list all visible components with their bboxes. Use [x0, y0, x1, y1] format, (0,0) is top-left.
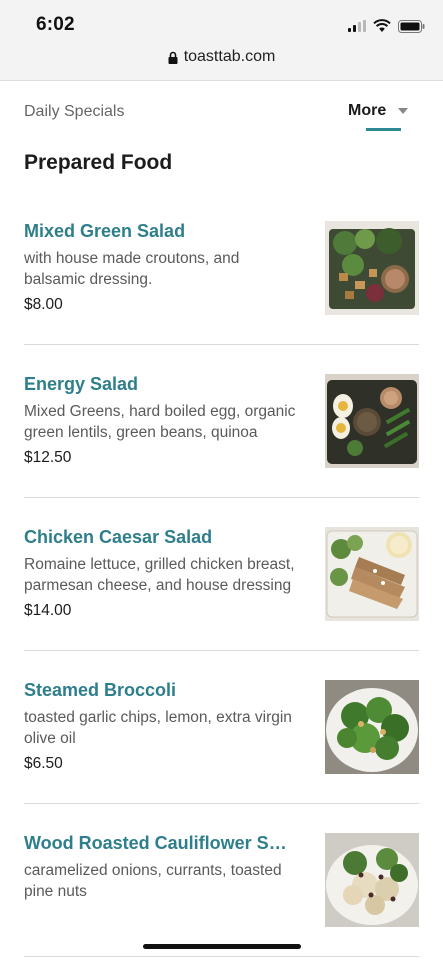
- category-tab-daily-specials[interactable]: Daily Specials: [24, 103, 124, 121]
- home-indicator[interactable]: [143, 944, 301, 949]
- menu-item-chicken-caesar-salad[interactable]: Chicken Caesar Salad Romaine lettuce, gr…: [24, 498, 419, 651]
- item-description: toasted garlic chips, lemon, extra virgi…: [24, 709, 292, 747]
- item-description: with house made croutons, and balsamic d…: [24, 250, 240, 288]
- item-description: Romaine lettuce, grilled chicken breast,…: [24, 556, 295, 594]
- item-name: Steamed Broccoli: [24, 680, 177, 700]
- item-name: Energy Salad: [24, 374, 139, 394]
- menu-item-list: Mixed Green Salad with house made crouto…: [0, 192, 443, 957]
- energy-salad-photo: [325, 374, 419, 468]
- item-price: $6.50: [24, 755, 63, 772]
- item-description: Mixed Greens, hard boiled egg, organic g…: [24, 403, 296, 441]
- more-label: More: [348, 102, 387, 119]
- lock-icon: [168, 51, 178, 64]
- menu-item-wood-roasted-cauliflower-salad[interactable]: Wood Roasted Cauliflower Salad carameliz…: [24, 804, 419, 957]
- menu-item-mixed-green-salad[interactable]: Mixed Green Salad with house made crouto…: [24, 192, 419, 345]
- more-categories-button[interactable]: More: [348, 102, 409, 144]
- item-name: Mixed Green Salad: [24, 221, 186, 241]
- status-time: 6:02: [36, 14, 75, 35]
- item-description: caramelized onions, currants, toasted pi…: [24, 862, 282, 900]
- url-text: toasttab.com: [183, 48, 276, 65]
- active-tab-underline: [366, 128, 401, 131]
- status-icons: [348, 18, 425, 34]
- mixed-green-salad-photo: [325, 221, 419, 315]
- cellular-signal-icon: [348, 20, 366, 32]
- item-name: Wood Roasted Cauliflower Salad: [24, 833, 294, 853]
- cauliflower-salad-photo: [325, 833, 419, 927]
- item-price: $14.00: [24, 602, 72, 619]
- chicken-caesar-salad-photo: [325, 527, 419, 621]
- section-title: Prepared Food: [24, 151, 173, 174]
- menu-item-energy-salad[interactable]: Energy Salad Mixed Greens, hard boiled e…: [24, 345, 419, 498]
- caret-down-icon: [398, 108, 409, 114]
- item-price: $12.50: [24, 449, 72, 466]
- item-name: Chicken Caesar Salad: [24, 527, 213, 547]
- item-price: $8.00: [24, 296, 63, 313]
- steamed-broccoli-photo: [325, 680, 419, 774]
- wifi-icon: [373, 19, 391, 33]
- menu-item-steamed-broccoli[interactable]: Steamed Broccoli toasted garlic chips, l…: [24, 651, 419, 804]
- status-and-address-bar: 6:02 toasttab.com: [0, 0, 443, 81]
- battery-icon: [398, 19, 425, 33]
- address-bar[interactable]: toasttab.com: [0, 46, 443, 68]
